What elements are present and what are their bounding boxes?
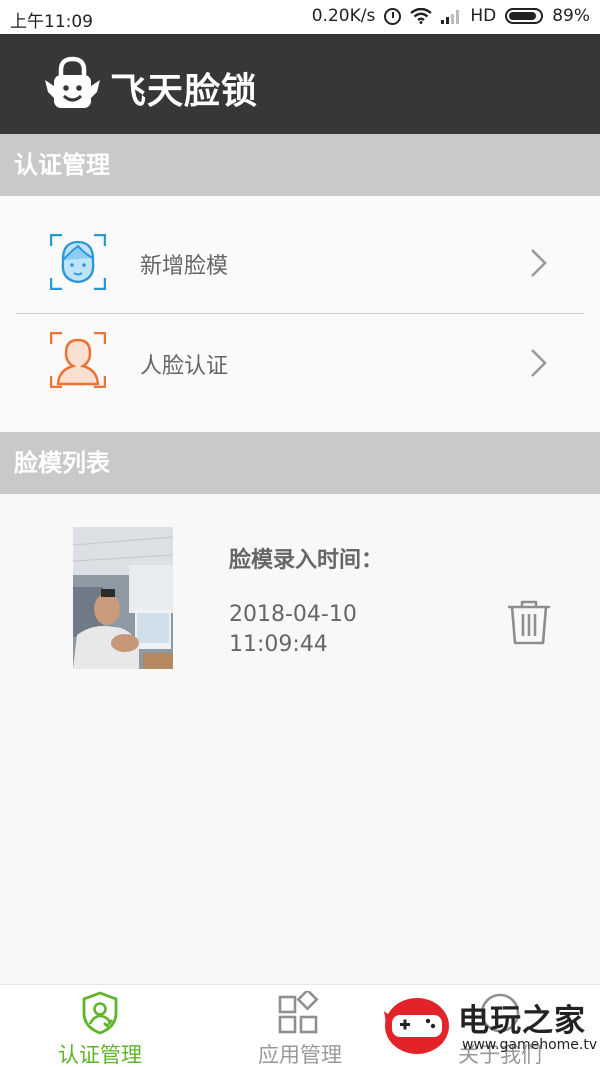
chevron-right-icon (531, 349, 547, 377)
tab-app-management[interactable]: 应用管理 (200, 985, 400, 1067)
lock-face-logo-icon (45, 56, 100, 108)
grid-apps-icon (278, 991, 319, 1034)
add-face-row[interactable]: 新增脸模 (0, 196, 600, 312)
tab-label: 应用管理 (258, 1043, 342, 1067)
section-header-auth: 认证管理 (0, 134, 600, 196)
face-time-label: 脸模录入时间： (229, 548, 384, 573)
status-bar: 上午11:09 0.20K/s HD 89% (0, 0, 600, 34)
face-date: 2018-04-10 (229, 602, 357, 627)
status-time: 上午11:09 (10, 12, 93, 32)
network-type: HD (470, 6, 497, 26)
face-verify-icon (50, 332, 106, 388)
site-watermark: 电玩之家 www.gamehome.tv (382, 993, 597, 1063)
ninja-mascot-icon (384, 998, 449, 1054)
face-photo (73, 527, 173, 669)
watermark-name: 电玩之家 (458, 1003, 586, 1039)
app-bar: 飞天脸锁 (0, 34, 600, 134)
alarm-icon (384, 7, 402, 25)
app-title: 飞天脸锁 (110, 71, 259, 112)
verify-face-row[interactable]: 人脸认证 (0, 296, 600, 412)
network-speed: 0.20K/s (311, 6, 376, 26)
trash-icon[interactable] (506, 598, 552, 646)
face-photo-thumbnail[interactable] (73, 527, 173, 669)
tab-auth-management[interactable]: 认证管理 (0, 985, 200, 1067)
battery-icon (505, 8, 544, 24)
face-list: 脸模录入时间： 2018-04-10 11:09:44 (0, 494, 600, 984)
wifi-icon (410, 8, 433, 24)
add-face-icon (50, 234, 106, 290)
watermark-url: www.gamehome.tv (462, 1037, 598, 1053)
add-face-label: 新增脸模 (140, 254, 229, 279)
signal-icon (441, 8, 461, 24)
chevron-right-icon (531, 249, 547, 277)
section-header-face-list: 脸模列表 (0, 432, 600, 494)
shield-user-icon (82, 991, 118, 1035)
verify-face-label: 人脸认证 (140, 354, 229, 379)
battery-level: 89% (552, 6, 590, 26)
face-time: 11:09:44 (229, 632, 328, 657)
tab-label: 认证管理 (58, 1043, 142, 1067)
